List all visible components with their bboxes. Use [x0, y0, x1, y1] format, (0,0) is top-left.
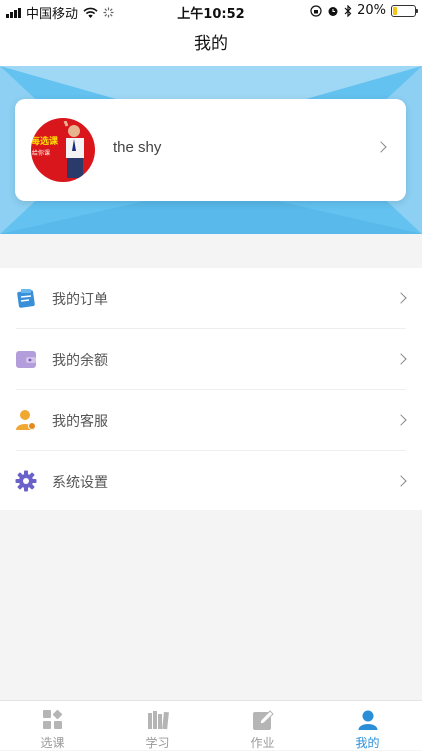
menu-list: 我的订单 我的余额 我的客服 系统设置 — [0, 268, 422, 510]
menu-item-balance[interactable]: 我的余额 — [0, 329, 422, 390]
order-icon — [17, 289, 35, 308]
chevron-right-icon — [395, 353, 407, 365]
tab-label: 我的 — [355, 736, 380, 750]
menu-item-customer-service[interactable]: 我的客服 — [0, 390, 422, 451]
avatar-person-figure — [63, 121, 84, 178]
chevron-right-icon — [375, 141, 387, 153]
person-icon — [358, 710, 378, 730]
books-icon — [148, 711, 169, 730]
menu-item-label: 我的订单 — [52, 292, 108, 308]
chevron-right-icon — [395, 414, 407, 426]
tab-mine[interactable]: 我的 — [315, 701, 420, 751]
alarm-icon — [328, 6, 338, 16]
homework-edit-icon — [253, 710, 274, 730]
menu-item-label: 我的客服 — [52, 414, 108, 430]
nav-bar: 我的 — [0, 22, 422, 66]
gear-icon — [15, 470, 37, 492]
bluetooth-icon — [344, 4, 352, 17]
tab-study[interactable]: 学习 — [105, 701, 210, 751]
menu-item-settings[interactable]: 系统设置 — [0, 451, 422, 512]
tab-label: 作业 — [250, 736, 275, 750]
customer-service-icon — [16, 410, 36, 430]
tab-label: 选课 — [40, 736, 65, 750]
chevron-right-icon — [395, 292, 407, 304]
profile-card[interactable]: 每选课 给你课 the shy — [15, 99, 406, 201]
tab-course-select[interactable]: 选课 — [0, 701, 105, 751]
avatar-text: 每选课 — [31, 137, 59, 147]
orientation-lock-icon — [310, 4, 322, 17]
tab-bar: 选课 学习 作业 我的 — [0, 700, 422, 750]
tab-homework[interactable]: 作业 — [210, 701, 315, 751]
avatar-subtext: 给你课 — [32, 150, 51, 157]
menu-item-orders[interactable]: 我的订单 — [0, 268, 422, 329]
menu-item-label: 我的余额 — [52, 353, 108, 369]
status-right: 20% — [310, 3, 418, 18]
chevron-right-icon — [395, 475, 407, 487]
battery-percent: 20% — [357, 3, 386, 18]
menu-item-label: 系统设置 — [52, 475, 108, 491]
page-title: 我的 — [194, 34, 228, 54]
status-bar: 中国移动 上午10:52 20% — [0, 0, 422, 22]
battery-icon — [391, 4, 418, 17]
username: the shy — [113, 139, 162, 156]
tab-label: 学习 — [145, 736, 170, 750]
avatar[interactable]: 每选课 给你课 — [31, 118, 95, 182]
wallet-icon — [16, 351, 36, 368]
course-select-icon — [43, 709, 63, 729]
